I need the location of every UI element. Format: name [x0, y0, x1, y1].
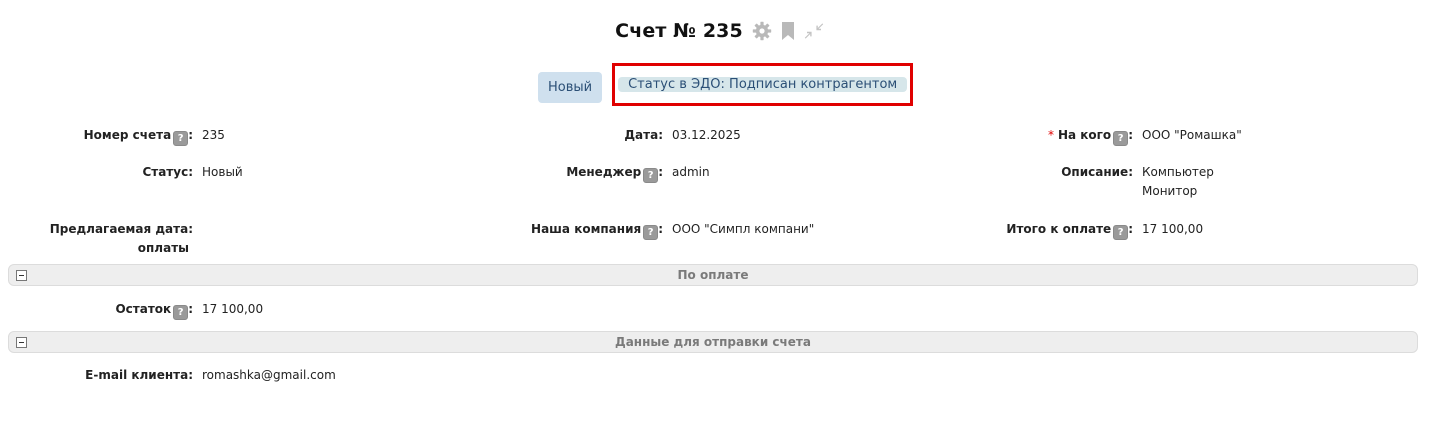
edo-status-highlight: Статус в ЭДО: Подписан контрагентом — [612, 63, 914, 106]
client-email-value: romashka@gmail.com — [202, 368, 336, 382]
invoice-number-value: 235 — [202, 128, 225, 142]
field-label: Описание — [1061, 165, 1129, 179]
section-title: Данные для отправки счета — [615, 335, 811, 349]
required-mark: * — [1047, 128, 1054, 142]
field-our-company: Наша компания?: ООО "Симпл компани" — [531, 222, 815, 240]
date-value: 03.12.2025 — [672, 128, 741, 142]
field-total-to-pay: Итого к оплате?: 17 100,00 — [1006, 222, 1204, 240]
field-label: Дата — [624, 128, 659, 142]
help-icon[interactable]: ? — [1113, 225, 1129, 240]
field-label: Менеджер — [566, 165, 642, 179]
description-line: Компьютер — [1142, 165, 1214, 179]
description-line: Монитор — [1142, 184, 1198, 198]
help-icon[interactable]: ? — [173, 305, 189, 320]
description-value: Компьютер Монитор — [1142, 163, 1214, 201]
help-icon[interactable]: ? — [1113, 131, 1129, 146]
field-balance: Остаток?: 17 100,00 — [115, 302, 264, 320]
status-value: Новый — [202, 165, 243, 179]
field-to-whom: * На кого?: ООО "Ромашка" — [1047, 126, 1242, 146]
collapse-arrows-icon[interactable] — [803, 20, 825, 42]
bookmark-icon[interactable] — [777, 20, 799, 42]
title-row: Счет № 235 — [0, 20, 1440, 42]
our-company-value: ООО "Симпл компани" — [672, 222, 815, 236]
section-send-invoice-data[interactable]: Данные для отправки счета — [8, 331, 1418, 353]
field-label-line2: оплаты — [137, 241, 189, 255]
field-label: Номер счета — [83, 128, 172, 142]
field-label-line1: Предлагаемая дата: — [49, 222, 193, 236]
help-icon[interactable]: ? — [173, 131, 189, 146]
edo-status-chip[interactable]: Статус в ЭДО: Подписан контрагентом — [618, 77, 908, 92]
field-label: Итого к оплате — [1006, 222, 1112, 236]
field-label: Остаток — [115, 302, 172, 316]
field-label: Статус — [142, 165, 189, 179]
invoice-page: Счет № 235 Новый Статус в ЭДО: Подписан … — [0, 0, 1440, 424]
manager-value: admin — [672, 165, 710, 179]
to-whom-value[interactable]: ООО "Ромашка" — [1142, 126, 1242, 146]
field-status: Статус: Новый — [0, 163, 243, 182]
field-date: Дата: 03.12.2025 — [470, 126, 741, 145]
help-icon[interactable]: ? — [643, 225, 659, 240]
field-proposed-payment-date: Предлагаемая дата: оплаты — [0, 220, 202, 258]
field-label: Наша компания — [531, 222, 642, 236]
field-manager: Менеджер?: admin — [566, 165, 710, 183]
status-chip[interactable]: Новый — [538, 72, 603, 103]
section-title: По оплате — [677, 268, 749, 282]
total-value: 17 100,00 — [1142, 222, 1204, 236]
field-label: E-mail клиента — [85, 368, 189, 382]
balance-value: 17 100,00 — [202, 302, 264, 316]
gear-icon[interactable] — [751, 20, 773, 42]
page-title: Счет № 235 — [615, 20, 743, 42]
field-invoice-number: Номер счета?: 235 — [83, 128, 225, 146]
field-label: На кого — [1057, 128, 1112, 142]
help-icon[interactable]: ? — [643, 168, 659, 183]
field-client-email: E-mail клиента: romashka@gmail.com — [0, 366, 336, 385]
status-chips: Новый Статус в ЭДО: Подписан контрагенто… — [538, 63, 914, 106]
section-payment[interactable]: По оплате — [8, 264, 1418, 286]
field-description: Описание: Компьютер Монитор — [940, 163, 1214, 201]
